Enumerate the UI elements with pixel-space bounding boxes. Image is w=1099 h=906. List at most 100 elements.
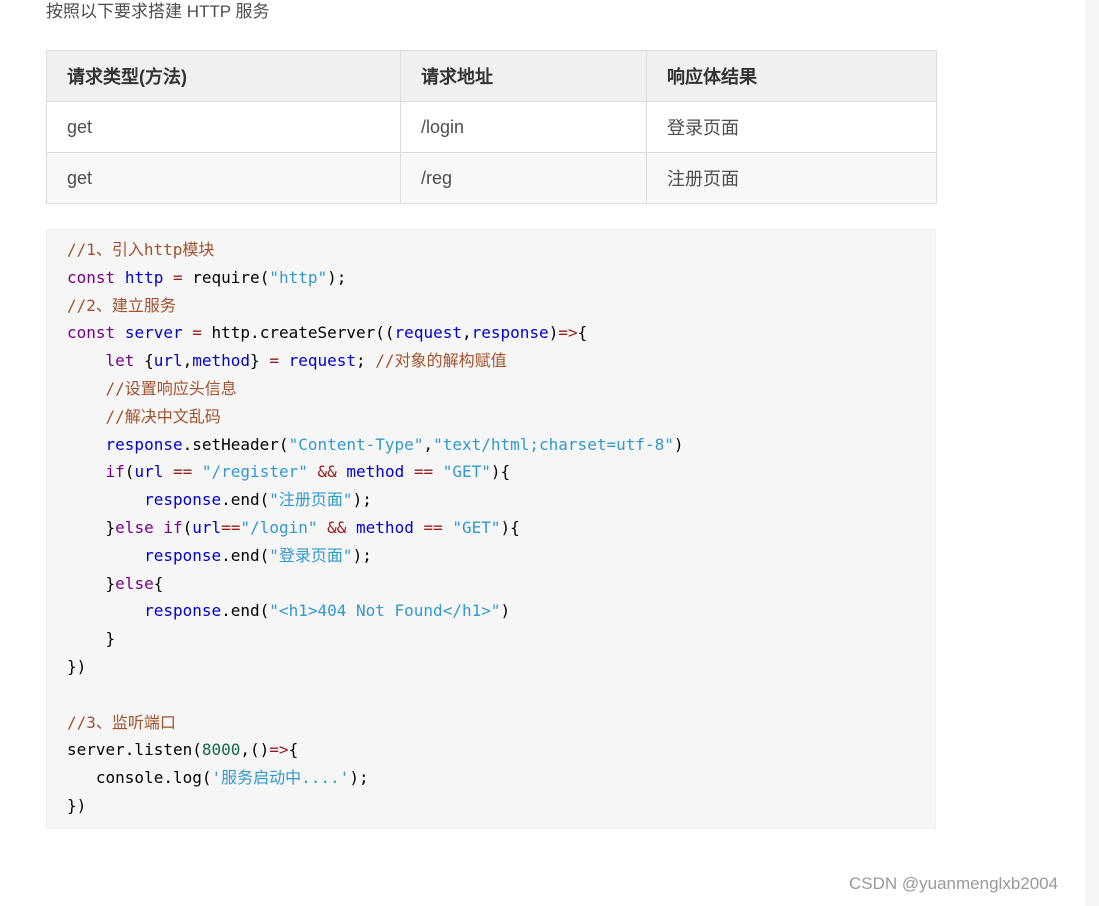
table-cell: /login	[400, 101, 647, 153]
code-token-plain: require(	[182, 267, 270, 287]
code-token-comment: //对象的解构赋值	[375, 351, 507, 371]
code-token-plain: );	[349, 768, 369, 788]
code-line: response.end("注册页面");	[67, 486, 915, 514]
code-line: response.end("登录页面");	[67, 542, 915, 570]
code-token-operator: &&	[327, 517, 347, 537]
page-scroll-gutter	[1085, 0, 1099, 906]
code-token-operator: =	[172, 267, 183, 287]
code-token-string: "GET"	[452, 517, 501, 537]
code-line: //3、监听端口	[67, 709, 915, 737]
code-line: })	[67, 792, 915, 820]
code-token-plain: }	[67, 629, 116, 649]
code-token-operator: =	[192, 323, 202, 343]
code-token-operator: ==	[423, 517, 443, 537]
table-cell: get	[46, 152, 401, 204]
code-token-string: "text/html;charset=utf-8"	[433, 434, 674, 454]
code-token-variable: server	[124, 323, 183, 343]
code-line: const server = http.createServer((reques…	[67, 319, 915, 347]
code-token-plain: ,()	[240, 740, 270, 760]
code-token-string: "http"	[269, 267, 328, 287]
code-block[interactable]: //1、引入http模块 const http = require("http")…	[46, 229, 936, 829]
code-token-plain: {	[577, 323, 588, 343]
code-token-plain: .end(	[221, 490, 270, 510]
code-token-string: "注册页面"	[269, 490, 353, 510]
code-token-variable: response	[471, 323, 549, 343]
code-token-variable: response	[144, 601, 222, 621]
code-token-keyword: if	[163, 517, 183, 537]
code-token-plain: .end(	[221, 545, 270, 565]
code-token-plain: ,	[423, 434, 434, 454]
code-token-plain: {	[153, 573, 164, 593]
code-token-comment: //3、监听端口	[67, 712, 176, 732]
table-header-cell: 请求类型(方法)	[46, 50, 401, 102]
code-line: console.log('服务启动中....');	[67, 764, 915, 792]
code-token-plain: ){	[500, 517, 520, 537]
code-token-string: "/login"	[240, 517, 318, 537]
code-token-operator: &&	[317, 462, 337, 482]
code-token-variable: url	[134, 462, 164, 482]
code-token-plain: )	[500, 601, 511, 621]
code-token-number: 8000	[201, 740, 241, 760]
table-cell: 登录页面	[646, 101, 937, 153]
code-line: let {url,method} = request; //对象的解构赋值	[67, 347, 915, 375]
article-body: 按照以下要求搭建 HTTP 服务 请求类型(方法) 请求地址 响应体结果 get…	[46, 0, 937, 829]
code-token-plain: )	[673, 434, 684, 454]
code-token-plain: ,	[461, 323, 472, 343]
code-token-plain: (	[124, 462, 135, 482]
code-token-keyword: if	[105, 462, 125, 482]
code-token-plain: )	[548, 323, 559, 343]
table-header-row: 请求类型(方法) 请求地址 响应体结果	[46, 50, 937, 102]
table-header-cell: 响应体结果	[646, 50, 937, 102]
code-token-comment: //解决中文乱码	[105, 406, 221, 426]
code-token-plain: ;	[356, 351, 376, 371]
code-token-comment: //2、建立服务	[67, 295, 176, 315]
code-token-keyword: let	[105, 351, 135, 371]
code-line: response.setHeader("Content-Type","text/…	[67, 431, 915, 459]
code-line: })	[67, 653, 915, 681]
code-line: }	[67, 625, 915, 653]
code-token-plain: http.createServer((	[201, 323, 395, 343]
code-token-operator: ==	[221, 517, 241, 537]
code-token-plain: server.listen(	[67, 740, 202, 760]
code-token-variable: request	[288, 351, 357, 371]
code-token-plain: }	[250, 351, 270, 371]
code-token-plain: })	[67, 795, 87, 815]
code-line: const http = require("http");	[67, 264, 915, 292]
code-token-plain: .setHeader(	[182, 434, 289, 454]
code-token-variable: request	[394, 323, 462, 343]
requirements-table: 请求类型(方法) 请求地址 响应体结果 get /login 登录页面 get …	[46, 50, 937, 204]
code-token-comment: //设置响应头信息	[105, 378, 237, 398]
code-token-plain: })	[67, 656, 87, 676]
code-token-string: "<h1>404 Not Found</h1>"	[269, 601, 501, 621]
code-line: //设置响应头信息	[67, 375, 915, 403]
intro-paragraph: 按照以下要求搭建 HTTP 服务	[46, 2, 270, 21]
code-line: }else{	[67, 570, 915, 598]
code-line: server.listen(8000,()=>{	[67, 736, 915, 764]
code-line: //1、引入http模块	[67, 236, 915, 264]
code-token-plain: {	[134, 351, 154, 371]
code-token-plain: }	[67, 517, 116, 537]
code-line: response.end("<h1>404 Not Found</h1>")	[67, 597, 915, 625]
code-token-keyword: const	[67, 323, 116, 343]
code-token-operator: ==	[172, 462, 193, 482]
code-line: //解决中文乱码	[67, 403, 915, 431]
code-token-string: '服务启动中....'	[211, 768, 350, 788]
table-cell: get	[46, 101, 401, 153]
code-token-string: "/register"	[201, 462, 308, 482]
code-token-plain: );	[327, 267, 347, 287]
code-line: //2、建立服务	[67, 292, 915, 320]
